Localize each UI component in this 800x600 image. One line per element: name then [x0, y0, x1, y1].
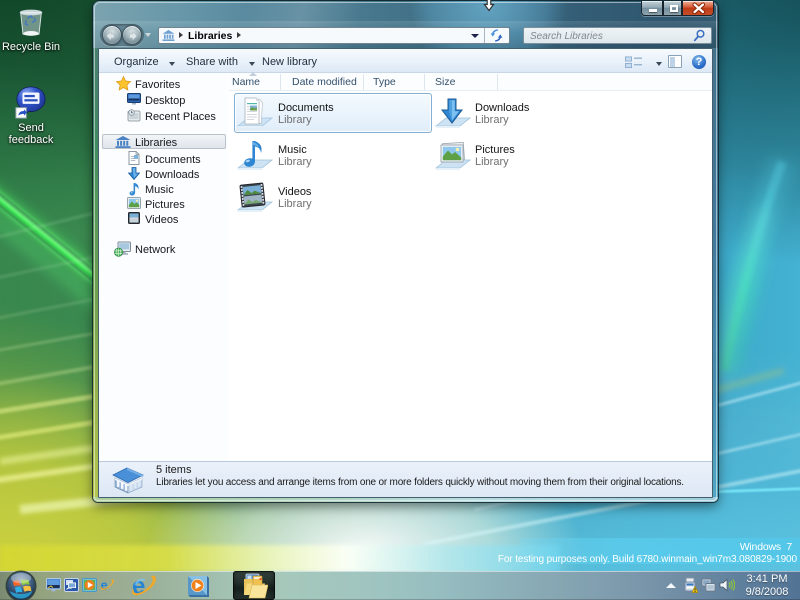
svg-text:e: e [101, 578, 108, 592]
